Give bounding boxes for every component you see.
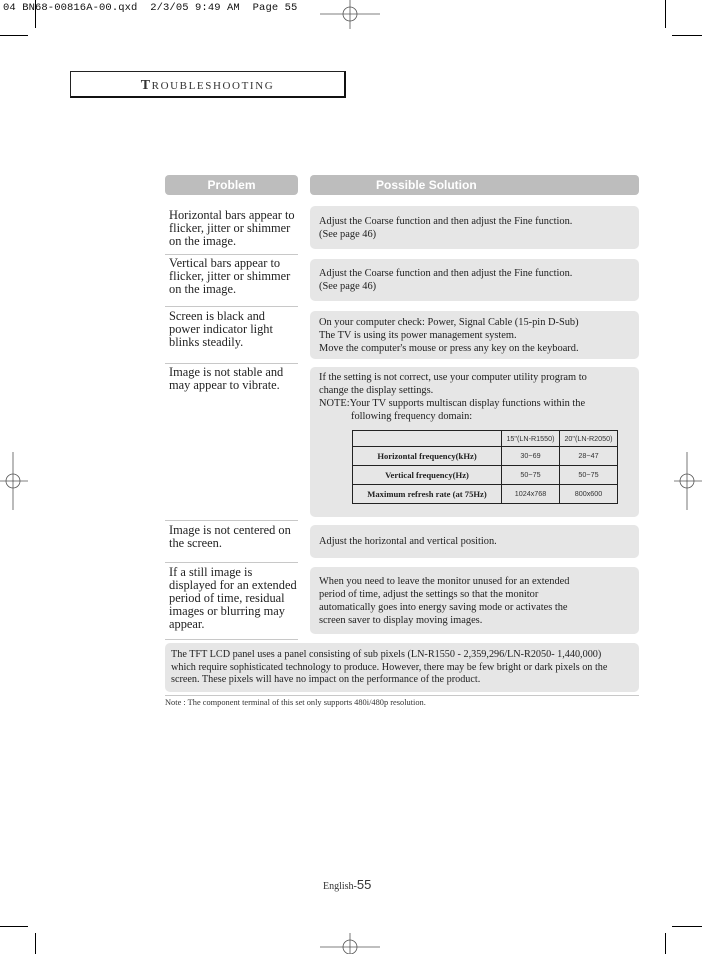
solution-cell: On your computer check: Power, Signal Ca… [310,311,639,359]
section-title: TROUBLESHOOTING [71,78,344,94]
frequency-table-row-label: Maximum refresh rate (at 75Hz) [352,484,502,504]
solution-line: The TV is using its power management sys… [319,329,517,341]
print-slug: 04 BN68-00816A-00.qxd 2/3/05 9:49 AM Pag… [3,2,298,14]
solution-line: (See page 46) [319,281,377,292]
row-separator [165,639,298,640]
footnote-divider [165,695,639,696]
note-text: Your TV supports multiscan display funct… [349,398,586,409]
solution-line: Adjust the horizontal and vertical posit… [319,536,497,547]
frequency-table-corner [352,430,502,447]
note-text: following frequency domain: [351,411,473,422]
panel-note-line: screen. These pixels will have no impact… [171,674,481,686]
solution-cell: Adjust the horizontal and vertical posit… [310,525,639,558]
frequency-table-row-label: Horizontal frequency(kHz) [352,446,502,466]
solution-line: screen saver to display moving images. [319,614,483,626]
solution-cell: When you need to leave the monitor unuse… [310,567,639,634]
crop-mark [665,933,666,954]
section-title-initial: T [140,78,152,93]
note-label: NOTE: [319,398,350,409]
solution-line: Move the computer's mouse or press any k… [319,342,579,354]
frequency-table-cell: 50~75 [559,465,618,485]
problem-cell: Screen is black and power indicator ligh… [169,309,273,349]
crop-mark [672,926,702,927]
panel-note-line: The TFT LCD panel uses a panel consistin… [171,649,602,660]
section-title-box: TROUBLESHOOTING [70,71,346,98]
page-number: English-55 [323,877,371,892]
registration-mark-bottom-icon [320,933,380,954]
frequency-table-column-header: 15"(LN-R1550) [501,430,560,447]
solution-line: automatically goes into energy saving mo… [319,601,568,613]
registration-mark-top-icon [320,0,380,29]
solution-cell: Adjust the Coarse function and then adju… [310,259,639,301]
page-number-prefix: English- [323,881,357,892]
registration-mark-right-icon [674,452,702,510]
frequency-table-row: Horizontal frequency(kHz) 30~69 28~47 [352,446,618,466]
lcd-panel-note: The TFT LCD panel uses a panel consistin… [165,643,639,692]
problem-cell: Horizontal bars appear to flicker, jitte… [169,208,295,248]
crop-mark [672,35,702,36]
solution-line: If the setting is not correct, use your … [319,372,587,396]
page-number-value: 55 [356,877,372,892]
footnote: Note : The component terminal of this se… [165,698,426,707]
frequency-table-row: Maximum refresh rate (at 75Hz) 1024x768 … [352,484,618,504]
solution-line: When you need to leave the monitor unuse… [319,575,570,587]
crop-mark [665,0,666,28]
frequency-table: 15"(LN-R1550) 20"(LN-R2050) Horizontal f… [352,430,618,504]
registration-mark-left-icon [0,452,28,510]
row-separator [165,562,298,563]
row-separator [165,254,298,255]
crop-mark [0,35,28,36]
panel-note-line: which require sophisticated technology t… [171,661,608,673]
row-separator [165,520,298,521]
solution-column-header: Possible Solution [310,175,639,195]
row-separator [165,306,298,307]
solution-line: Adjust the Coarse function and then adju… [319,268,573,279]
crop-mark [35,0,36,28]
solution-cell: Adjust the Coarse function and then adju… [310,206,639,249]
frequency-table-cell: 1024x768 [501,484,560,504]
crop-mark [35,933,36,954]
problem-cell: Image is not stable and may appear to vi… [169,365,284,392]
frequency-table-row-label: Vertical frequency(Hz) [352,465,502,485]
frequency-table-cell: 50~75 [501,465,560,485]
frequency-table-cell: 28~47 [559,446,618,466]
frequency-table-cell: 800x600 [559,484,618,504]
solution-line: period of time, adjust the settings so t… [319,588,539,600]
frequency-table-header-row: 15"(LN-R1550) 20"(LN-R2050) [352,430,618,447]
solution-cell: If the setting is not correct, use your … [310,367,639,517]
frequency-table-cell: 30~69 [501,446,560,466]
problem-cell: Vertical bars appear to flicker, jitter … [169,256,291,296]
crop-mark [0,926,28,927]
solution-line: On your computer check: Power, Signal Ca… [319,316,579,328]
row-separator [165,363,298,364]
problem-cell: Image is not centered on the screen. [169,523,291,550]
problem-column-header: Problem [165,175,298,195]
section-title-rest: ROUBLESHOOTING [151,80,275,92]
frequency-table-column-header: 20"(LN-R2050) [559,430,618,447]
solution-line: Adjust the Coarse function and then adju… [319,215,573,227]
solution-line: (See page 46) [319,228,377,240]
note: NOTE:Your TV supports multiscan display … [319,397,630,410]
frequency-table-row: Vertical frequency(Hz) 50~75 50~75 [352,465,618,485]
problem-cell: If a still image is displayed for an ext… [169,565,297,631]
